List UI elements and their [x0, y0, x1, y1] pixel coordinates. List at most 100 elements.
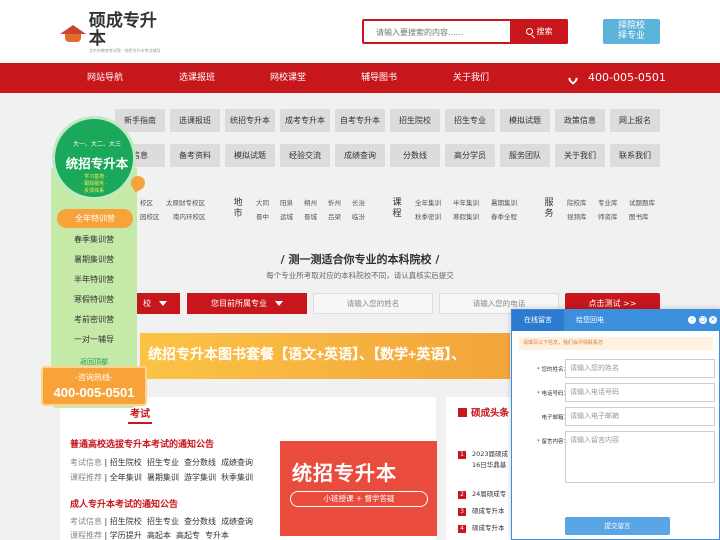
course-link[interactable]: 春季全程: [491, 210, 517, 224]
course-link[interactable]: 秋季密训: [415, 210, 441, 224]
grid-btn-mock[interactable]: 模拟试题: [500, 109, 550, 132]
news-link[interactable]: 成绩查询: [221, 458, 253, 467]
sidebar-item-intensive[interactable]: 考前密训营: [51, 314, 137, 325]
news-link[interactable]: 高起本: [147, 531, 171, 540]
course-link[interactable]: 寒假集训: [453, 210, 479, 224]
minimize-icon[interactable]: –: [688, 316, 696, 324]
sidebar-item-half-year[interactable]: 半年特训营: [51, 274, 137, 285]
news-link[interactable]: 查分数线: [184, 517, 216, 526]
news-link[interactable]: 高起专: [176, 531, 200, 540]
news-link[interactable]: 查分数线: [184, 458, 216, 467]
site-logo[interactable]: 硕成专升本 北京市教育考试院 · 统招专升本考试辅导: [60, 12, 170, 53]
nav-item-site-map[interactable]: 网站导航: [70, 63, 140, 93]
grid-btn-experience[interactable]: 经验交流: [280, 144, 330, 167]
course-link[interactable]: 全年集训: [415, 196, 441, 210]
news-link[interactable]: 游学集训: [184, 473, 216, 482]
grid-btn-team[interactable]: 服务团队: [500, 144, 550, 167]
grid-btn-about[interactable]: 关于我们: [555, 144, 605, 167]
news-link[interactable]: 招生院校: [110, 517, 142, 526]
nav-item-online-class[interactable]: 网校课堂: [253, 63, 323, 93]
area-link[interactable]: 忻州: [328, 196, 341, 210]
news-link[interactable]: 专升本: [205, 531, 229, 540]
headline-item[interactable]: 2 24届硕成专: [458, 489, 506, 499]
nav-item-about[interactable]: 关于我们: [436, 63, 506, 93]
campus-link[interactable]: 南内环校区: [173, 210, 206, 224]
service-link[interactable]: 视频库: [567, 210, 587, 224]
headline-item[interactable]: 4 硕成专升本: [458, 523, 505, 533]
grid-btn-contact[interactable]: 联系我们: [610, 144, 660, 167]
news-link[interactable]: 暑期集训: [147, 473, 179, 482]
sidebar-item-winter[interactable]: 寒假特训营: [51, 294, 137, 305]
sidebar-badge[interactable]: 大一、大二、大三 统招专升本 · 学习基地 · · 跟踪服务 · · 反馈体系 …: [52, 116, 136, 200]
headline-item[interactable]: 3 硕成专升本: [458, 506, 505, 516]
campus-link[interactable]: 太原财专校区: [166, 196, 205, 210]
news-section-1-title[interactable]: 普通高校选拔专升本考试的通知公告: [70, 437, 214, 450]
area-link[interactable]: 阳泉: [280, 196, 293, 210]
course-link[interactable]: 暑期集训: [491, 196, 517, 210]
message-phone-input[interactable]: 请输入电话号码: [565, 383, 715, 402]
submit-message-button[interactable]: 提交留言: [565, 517, 670, 535]
grid-btn-mock-2[interactable]: 模拟试题: [225, 144, 275, 167]
sidebar-item-summer[interactable]: 暑期集训营: [51, 254, 137, 265]
area-link[interactable]: 大同: [256, 196, 269, 210]
test-name-input[interactable]: 请输入您的姓名: [313, 293, 433, 314]
area-label: 地市: [233, 198, 243, 219]
grid-btn-self-study[interactable]: 自考专升本: [335, 109, 385, 132]
service-link[interactable]: 院校库: [567, 196, 587, 210]
sidebar-item-one-on-one[interactable]: 一对一辅导: [51, 334, 137, 345]
nav-phone[interactable]: 400-005-0501: [565, 63, 666, 93]
service-link[interactable]: 专业库: [598, 196, 618, 210]
grid-btn-unified[interactable]: 统招专升本: [225, 109, 275, 132]
tab-online-message[interactable]: 在线留言: [512, 310, 564, 331]
search-button[interactable]: 搜索: [510, 19, 568, 44]
hotline-box[interactable]: -咨询热线- 400-005-0501: [41, 366, 147, 406]
area-link[interactable]: 长治: [352, 196, 365, 210]
area-link[interactable]: 晋中: [256, 210, 269, 224]
campus-link[interactable]: 园校区: [140, 210, 160, 224]
grid-btn-cutoff[interactable]: 分数线: [390, 144, 440, 167]
message-content-textarea[interactable]: 请输入留言内容: [565, 431, 715, 483]
close-icon[interactable]: ×: [709, 316, 717, 324]
grid-btn-policy[interactable]: 政策信息: [555, 109, 605, 132]
promo-banner[interactable]: 统招专升本 小班授课 + 督学答疑: [280, 441, 437, 536]
nav-item-books[interactable]: 辅导图书: [344, 63, 414, 93]
area-link[interactable]: 吕梁: [328, 210, 341, 224]
nav-item-courses[interactable]: 选课报班: [162, 63, 232, 93]
service-link[interactable]: 图书库: [629, 210, 649, 224]
news-link[interactable]: 秋季集训: [221, 473, 253, 482]
major-select[interactable]: 您目前所属专业: [187, 293, 307, 314]
choose-school-major-button[interactable]: 择院校 择专业: [603, 19, 660, 44]
news-link[interactable]: 招生专业: [147, 458, 179, 467]
sidebar-item-spring[interactable]: 春季集训营: [51, 234, 137, 245]
message-email-input[interactable]: 请输入电子邮箱: [565, 407, 715, 426]
course-link[interactable]: 半年集训: [453, 196, 479, 210]
headline-item-cont[interactable]: 16日华鼎基: [472, 460, 506, 470]
grid-btn-register[interactable]: 网上报名: [610, 109, 660, 132]
grid-btn-adult[interactable]: 成考专升本: [280, 109, 330, 132]
area-link[interactable]: 朔州: [304, 196, 317, 210]
tab-callback[interactable]: 给您回电: [564, 310, 616, 331]
area-link[interactable]: 运城: [280, 210, 293, 224]
message-name-input[interactable]: 请输入您的姓名: [565, 359, 715, 378]
maximize-icon[interactable]: □: [699, 316, 707, 324]
grid-btn-scores[interactable]: 成绩查询: [335, 144, 385, 167]
service-link[interactable]: 试题题库: [629, 196, 655, 210]
campus-link[interactable]: 校区: [140, 196, 153, 210]
grid-btn-courses[interactable]: 选课报班: [170, 109, 220, 132]
grid-btn-top-students[interactable]: 高分学员: [445, 144, 495, 167]
news-link[interactable]: 全年集训: [110, 473, 142, 482]
grid-btn-majors[interactable]: 招生专业: [445, 109, 495, 132]
grid-btn-schools[interactable]: 招生院校: [390, 109, 440, 132]
sidebar-item-yearlong[interactable]: 全年特训营: [57, 209, 133, 228]
book-banner[interactable]: 统招专升本图书套餐【语文+英语】、【数学+英语】、: [140, 333, 510, 379]
headline-item[interactable]: 1 2023届硕成: [458, 449, 508, 459]
grid-btn-materials[interactable]: 备考资料: [170, 144, 220, 167]
news-link[interactable]: 招生院校: [110, 458, 142, 467]
area-link[interactable]: 晋城: [304, 210, 317, 224]
area-link[interactable]: 临汾: [352, 210, 365, 224]
news-link[interactable]: 招生专业: [147, 517, 179, 526]
news-section-2-title[interactable]: 成人专升本考试的通知公告: [70, 497, 178, 510]
service-link[interactable]: 师资库: [598, 210, 618, 224]
news-link[interactable]: 成绩查询: [221, 517, 253, 526]
news-link[interactable]: 学历提升: [110, 531, 142, 540]
